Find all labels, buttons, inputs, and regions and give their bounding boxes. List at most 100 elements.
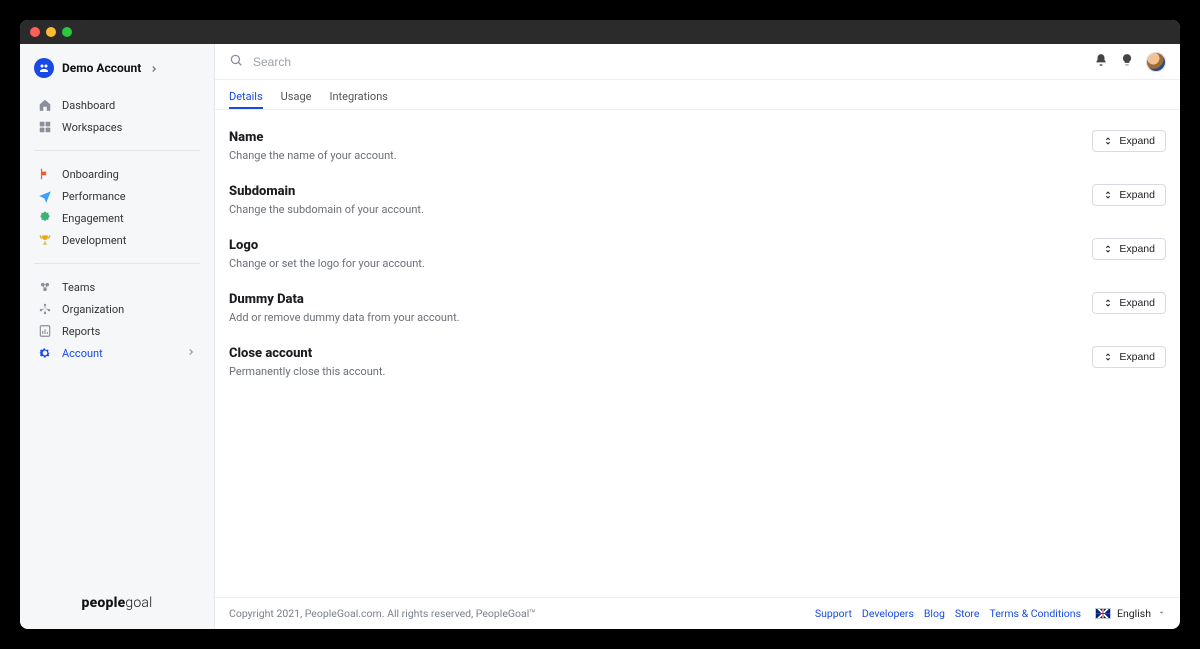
caret-down-icon bbox=[1157, 607, 1166, 620]
expand-button[interactable]: Expand bbox=[1092, 238, 1166, 260]
topbar bbox=[215, 44, 1180, 80]
app-logo-icon bbox=[34, 58, 54, 78]
tabbar: Details Usage Integrations bbox=[215, 80, 1180, 110]
expand-button[interactable]: Expand bbox=[1092, 346, 1166, 368]
brand-wordmark: peoplegoal bbox=[82, 595, 153, 611]
expand-icon bbox=[1103, 352, 1113, 362]
footer-link-blog[interactable]: Blog bbox=[924, 607, 945, 620]
sidebar-item-label: Engagement bbox=[62, 212, 124, 225]
org-icon bbox=[38, 302, 52, 316]
sidebar-item-teams[interactable]: Teams bbox=[28, 276, 206, 298]
expand-label: Expand bbox=[1119, 297, 1155, 309]
app-window: Demo Account Dashboard Workspaces Onboardi… bbox=[20, 20, 1180, 629]
sidebar-separator bbox=[34, 263, 200, 264]
chevron-right-icon bbox=[186, 347, 196, 360]
search-icon bbox=[229, 52, 243, 71]
sidebar-separator bbox=[34, 150, 200, 151]
content: Name Change the name of your account. Expa… bbox=[215, 110, 1180, 597]
settings-section-subdomain: Subdomain Change the subdomain of your ac… bbox=[229, 176, 1166, 230]
tab-details[interactable]: Details bbox=[229, 84, 263, 109]
copyright: Copyright 2021, PeopleGoal.com. All righ… bbox=[229, 607, 536, 620]
sidebar-item-development[interactable]: Development bbox=[28, 229, 206, 251]
window-close-button[interactable] bbox=[30, 27, 40, 37]
section-title: Logo bbox=[229, 238, 425, 253]
settings-section-dummy-data: Dummy Data Add or remove dummy data from … bbox=[229, 284, 1166, 338]
sidebar-item-account[interactable]: Account bbox=[28, 342, 206, 364]
footer: Copyright 2021, PeopleGoal.com. All righ… bbox=[215, 597, 1180, 629]
sidebar-item-performance[interactable]: Performance bbox=[28, 185, 206, 207]
expand-label: Expand bbox=[1119, 351, 1155, 363]
titlebar bbox=[20, 20, 1180, 44]
expand-label: Expand bbox=[1119, 189, 1155, 201]
section-description: Change the name of your account. bbox=[229, 149, 397, 162]
plane-icon bbox=[38, 189, 52, 203]
topbar-actions bbox=[1094, 52, 1166, 72]
sidebar-item-label: Performance bbox=[62, 190, 126, 203]
expand-label: Expand bbox=[1119, 135, 1155, 147]
avatar[interactable] bbox=[1146, 52, 1166, 72]
expand-button[interactable]: Expand bbox=[1092, 184, 1166, 206]
footer-link-developers[interactable]: Developers bbox=[862, 607, 914, 620]
sidebar: Demo Account Dashboard Workspaces Onboardi… bbox=[20, 44, 215, 629]
home-icon bbox=[38, 98, 52, 112]
sidebar-item-dashboard[interactable]: Dashboard bbox=[28, 94, 206, 116]
footer-link-store[interactable]: Store bbox=[955, 607, 980, 620]
sidebar-item-label: Workspaces bbox=[62, 121, 122, 134]
account-switcher[interactable]: Demo Account bbox=[20, 44, 214, 86]
search-input[interactable] bbox=[253, 55, 1084, 69]
sidebar-item-organization[interactable]: Organization bbox=[28, 298, 206, 320]
language-switcher[interactable]: English bbox=[1095, 607, 1166, 620]
sidebar-item-workspaces[interactable]: Workspaces bbox=[28, 116, 206, 138]
section-title: Dummy Data bbox=[229, 292, 460, 307]
sidebar-item-onboarding[interactable]: Onboarding bbox=[28, 163, 206, 185]
gear-icon bbox=[38, 346, 52, 360]
sidebar-item-label: Dashboard bbox=[62, 99, 115, 112]
section-title: Close account bbox=[229, 346, 385, 361]
section-title: Name bbox=[229, 130, 397, 145]
uk-flag-icon bbox=[1095, 608, 1111, 619]
sidebar-item-label: Onboarding bbox=[62, 168, 119, 181]
section-description: Add or remove dummy data from your accou… bbox=[229, 311, 460, 324]
flag-icon bbox=[38, 167, 52, 181]
expand-icon bbox=[1103, 298, 1113, 308]
puzzle-icon bbox=[38, 211, 52, 225]
trophy-icon bbox=[38, 233, 52, 247]
main: Details Usage Integrations Name Change the … bbox=[215, 44, 1180, 629]
expand-icon bbox=[1103, 244, 1113, 254]
section-description: Change or set the logo for your account. bbox=[229, 257, 425, 270]
sidebar-item-label: Account bbox=[62, 347, 103, 360]
section-title: Subdomain bbox=[229, 184, 424, 199]
footer-link-support[interactable]: Support bbox=[815, 607, 852, 620]
window-maximize-button[interactable] bbox=[62, 27, 72, 37]
hint-icon[interactable] bbox=[1120, 52, 1134, 71]
sidebar-item-label: Organization bbox=[62, 303, 124, 316]
sidebar-item-reports[interactable]: Reports bbox=[28, 320, 206, 342]
expand-button[interactable]: Expand bbox=[1092, 292, 1166, 314]
sidebar-item-label: Development bbox=[62, 234, 126, 247]
account-name: Demo Account bbox=[62, 61, 141, 75]
notifications-icon[interactable] bbox=[1094, 52, 1108, 71]
settings-section-logo: Logo Change or set the logo for your acco… bbox=[229, 230, 1166, 284]
sidebar-item-engagement[interactable]: Engagement bbox=[28, 207, 206, 229]
tab-usage[interactable]: Usage bbox=[281, 84, 312, 109]
grid-icon bbox=[38, 120, 52, 134]
sidebar-item-label: Teams bbox=[62, 281, 95, 294]
settings-section-name: Name Change the name of your account. Expa… bbox=[229, 122, 1166, 176]
tab-integrations[interactable]: Integrations bbox=[329, 84, 387, 109]
chevron-right-icon bbox=[149, 59, 159, 78]
settings-section-close-account: Close account Permanently close this acco… bbox=[229, 338, 1166, 392]
teams-icon bbox=[38, 280, 52, 294]
window-minimize-button[interactable] bbox=[46, 27, 56, 37]
section-description: Permanently close this account. bbox=[229, 365, 385, 378]
section-description: Change the subdomain of your account. bbox=[229, 203, 424, 216]
sidebar-item-label: Reports bbox=[62, 325, 100, 338]
footer-link-terms-conditions[interactable]: Terms & Conditions bbox=[989, 607, 1081, 620]
sidebar-footer: peoplegoal bbox=[20, 581, 214, 629]
footer-links: Support Developers Blog Store Terms & Condit… bbox=[815, 607, 1081, 620]
reports-icon bbox=[38, 324, 52, 338]
expand-icon bbox=[1103, 190, 1113, 200]
app-body: Demo Account Dashboard Workspaces Onboardi… bbox=[20, 44, 1180, 629]
expand-button[interactable]: Expand bbox=[1092, 130, 1166, 152]
language-label: English bbox=[1117, 607, 1151, 620]
expand-icon bbox=[1103, 136, 1113, 146]
